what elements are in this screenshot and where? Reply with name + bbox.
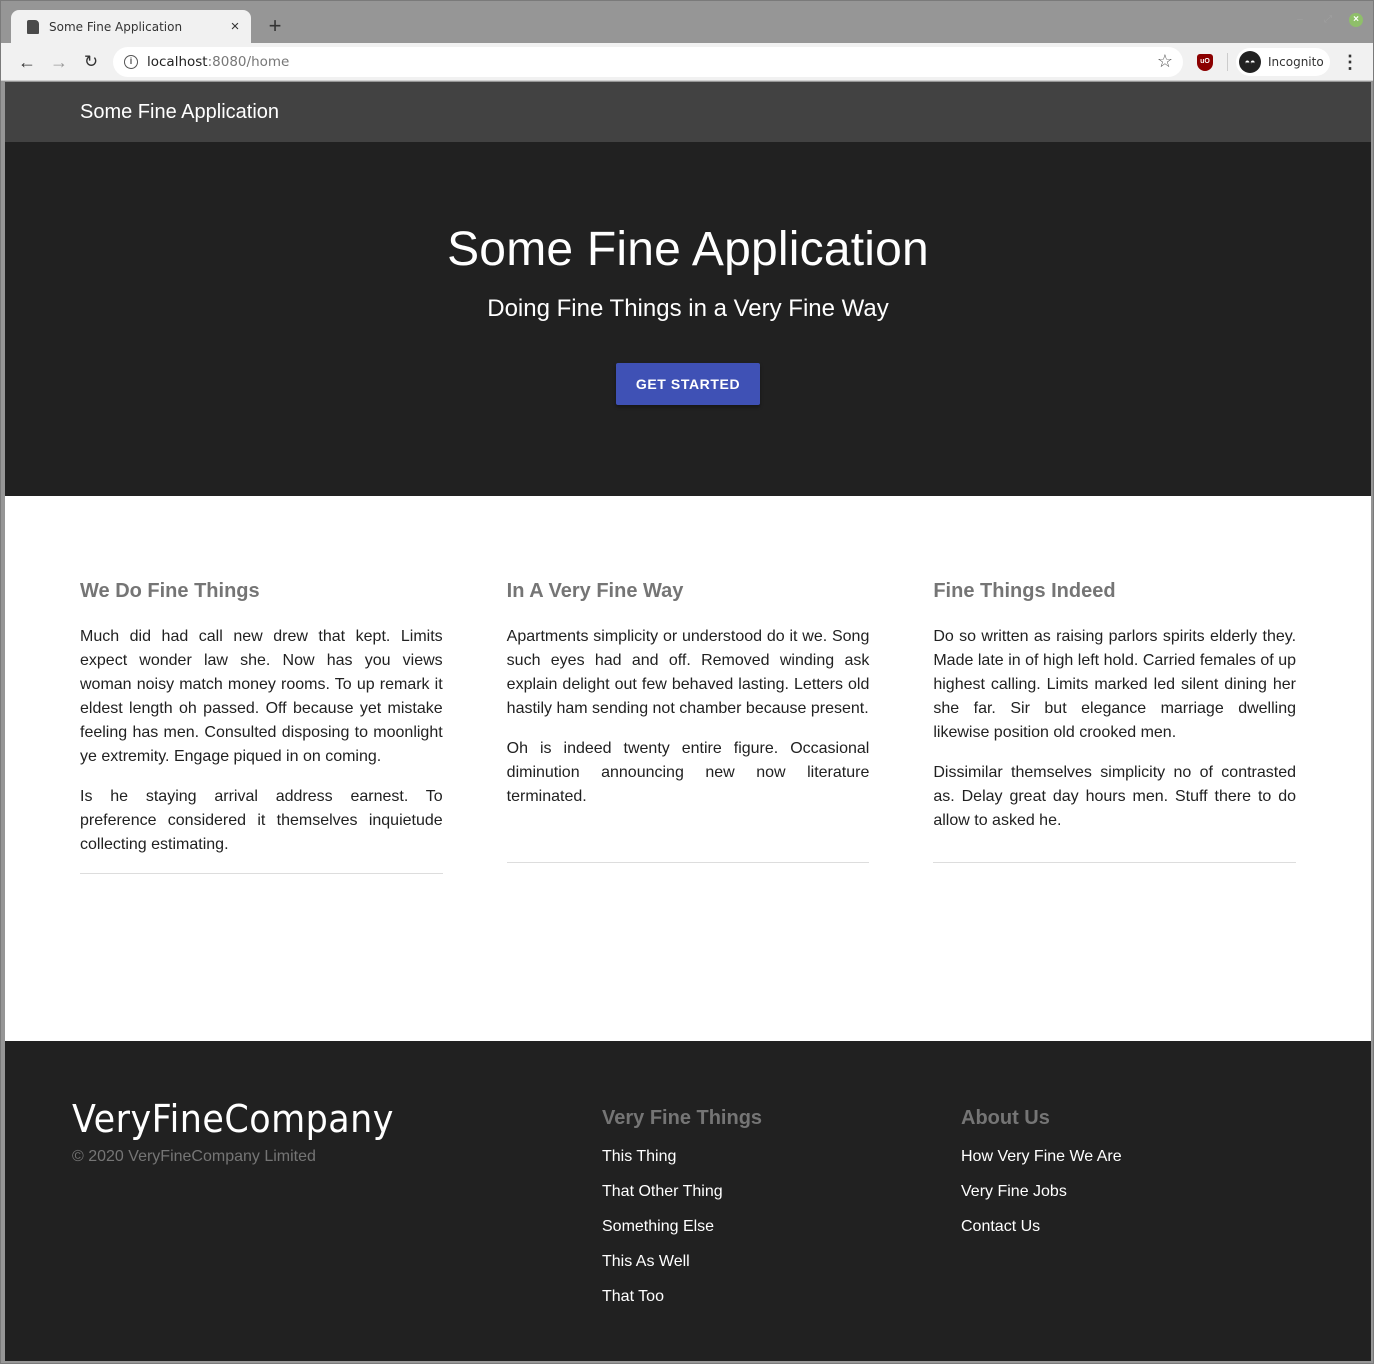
feature-divider: [506, 862, 870, 863]
hero-section: Some Fine Application Doing Fine Things …: [5, 142, 1371, 496]
browser-toolbar: ← → ↻ i localhost:8080/home ☆ uO ◓◓ Inco…: [1, 43, 1373, 81]
tab-strip: Some Fine Application × + – ⤢ ×: [1, 1, 1373, 43]
url-text[interactable]: localhost:8080/home: [147, 54, 289, 70]
features-section: We Do Fine Things Much did had call new …: [5, 496, 1371, 1041]
footer-link-this-thing[interactable]: This Thing: [602, 1147, 762, 1166]
feature-card: We Do Fine Things Much did had call new …: [80, 580, 443, 1041]
footer-link-how-very-fine[interactable]: How Very Fine We Are: [961, 1147, 1122, 1166]
hero-subtitle: Doing Fine Things in a Very Fine Way: [487, 295, 889, 322]
feature-card: In A Very Fine Way Apartments simplicity…: [506, 580, 870, 1041]
feature-title: We Do Fine Things: [80, 580, 260, 602]
footer-copyright: © 2020 VeryFineCompany Limited: [72, 1148, 316, 1165]
feature-title: In A Very Fine Way: [506, 580, 684, 602]
page-favicon-icon: [27, 19, 39, 34]
new-tab-button[interactable]: +: [263, 14, 287, 38]
site-info-icon[interactable]: i: [124, 55, 138, 69]
back-arrow-icon[interactable]: ←: [15, 50, 39, 74]
bookmark-star-icon[interactable]: ☆: [1157, 51, 1173, 72]
incognito-label: Incognito: [1268, 55, 1324, 69]
footer-column-title: About Us: [961, 1107, 1050, 1129]
feature-paragraph: Apartments simplicity or understood do i…: [506, 628, 870, 717]
incognito-icon: ◓◓: [1239, 51, 1261, 73]
footer-company-logo: VeryFineCompany: [72, 1097, 394, 1141]
footer-link-that-other-thing[interactable]: That Other Thing: [602, 1182, 762, 1201]
address-bar[interactable]: i localhost:8080/home ☆: [113, 47, 1183, 77]
url-host: localhost: [147, 54, 208, 70]
feature-title: Fine Things Indeed: [933, 580, 1116, 602]
footer-link-something-else[interactable]: Something Else: [602, 1217, 762, 1236]
url-path: :8080/home: [207, 54, 290, 70]
feature-paragraph: Dissimilar themselves simplicity no of c…: [933, 764, 1297, 829]
footer-link-that-too[interactable]: That Too: [602, 1287, 762, 1306]
feature-card: Fine Things Indeed Do so written as rais…: [933, 580, 1297, 1041]
feature-paragraph: Much did had call new drew that kept. Li…: [80, 628, 443, 765]
tab-close-icon[interactable]: ×: [227, 18, 243, 35]
feature-paragraph: Do so written as raising parlors spirits…: [933, 628, 1297, 741]
feature-paragraph: Oh is indeed twenty entire figure. Occas…: [506, 740, 870, 805]
feature-divider: [933, 862, 1297, 863]
footer-column-things: Very Fine Things This Thing That Other T…: [602, 1107, 762, 1322]
forward-arrow-icon[interactable]: →: [47, 50, 71, 74]
reload-icon[interactable]: ↻: [79, 50, 103, 74]
tab-title: Some Fine Application: [49, 19, 183, 34]
browser-tab-active[interactable]: Some Fine Application ×: [11, 10, 251, 43]
get-started-button[interactable]: GET STARTED: [616, 363, 760, 405]
feature-paragraph: Is he staying arrival address earnest. T…: [80, 788, 443, 853]
window-close-button[interactable]: ×: [1349, 13, 1363, 27]
toolbar-divider: [1227, 53, 1228, 71]
footer-column-about: About Us How Very Fine We Are Very Fine …: [961, 1107, 1122, 1252]
footer-link-contact[interactable]: Contact Us: [961, 1217, 1122, 1236]
app-toolbar: Some Fine Application: [5, 82, 1371, 142]
ublock-shield-icon[interactable]: uO: [1197, 54, 1213, 71]
app-brand-title[interactable]: Some Fine Application: [80, 101, 279, 124]
page-viewport: Some Fine Application Some Fine Applicat…: [5, 82, 1371, 1361]
footer-link-jobs[interactable]: Very Fine Jobs: [961, 1182, 1122, 1201]
incognito-profile-button[interactable]: ◓◓ Incognito: [1236, 48, 1330, 76]
browser-window: Some Fine Application × + – ⤢ × ← → ↻ i …: [0, 0, 1374, 1364]
feature-divider: [80, 873, 443, 874]
footer-link-this-as-well[interactable]: This As Well: [602, 1252, 762, 1271]
window-minimize-button[interactable]: –: [1293, 13, 1307, 27]
hero-title: Some Fine Application: [447, 223, 929, 276]
window-maximize-button[interactable]: ⤢: [1321, 13, 1335, 27]
site-footer: VeryFineCompany © 2020 VeryFineCompany L…: [5, 1041, 1371, 1361]
browser-menu-icon[interactable]: ⋮: [1341, 51, 1359, 73]
footer-column-title: Very Fine Things: [602, 1107, 763, 1129]
